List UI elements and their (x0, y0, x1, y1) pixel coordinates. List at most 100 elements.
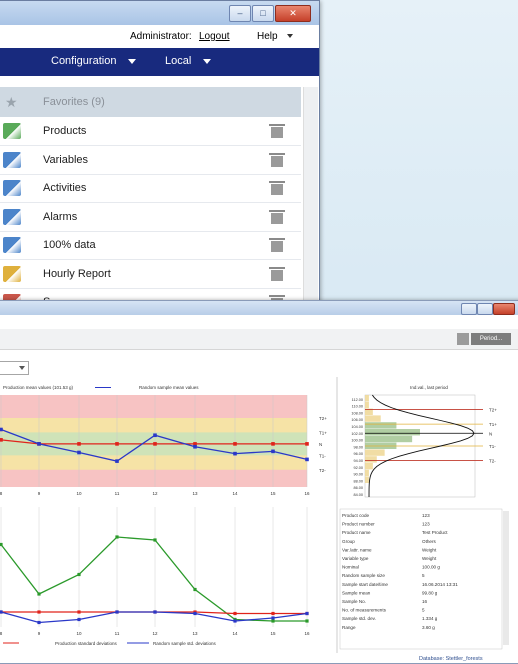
favorite-item[interactable]: Products (0, 117, 301, 146)
spc-chart-window: Period... Production mean values (101.53… (0, 300, 518, 664)
histogram-bar (365, 422, 397, 429)
period-button[interactable]: Period... (471, 333, 511, 345)
favorite-item[interactable]: Alarms (0, 203, 301, 232)
y-tick-label: 90.00 (353, 473, 363, 477)
spc-toolbar (0, 315, 518, 330)
info-key: Sample start date/time (342, 582, 388, 587)
info-key: Sample mean (342, 590, 371, 595)
data-point (193, 444, 197, 449)
y-tick-label: 102.00 (351, 432, 363, 436)
info-key: Sample No. (342, 599, 366, 604)
info-value: Weight (422, 547, 437, 552)
x-tick-label: 12 (152, 491, 158, 496)
histogram-bar (365, 429, 420, 436)
logout-link[interactable]: Logout (199, 31, 230, 42)
series-line (0, 536, 307, 622)
limit-label: T2+ (319, 416, 327, 421)
histogram-bar (365, 401, 369, 409)
legend-production-mean: Production mean values (101.53 g) (3, 385, 74, 390)
data-point (115, 459, 119, 463)
data-point (271, 449, 275, 454)
legend-production-std: Production standard deviations (55, 641, 118, 646)
nav-configuration[interactable]: Configuration (51, 55, 137, 67)
data-point (233, 611, 237, 616)
info-key: Range (342, 625, 356, 630)
variables-icon (3, 151, 21, 168)
top-menu: Administrator: Logout Help (0, 25, 319, 48)
y-tick-label: 112.00 (352, 398, 363, 402)
close-button[interactable] (493, 303, 515, 315)
favorite-item[interactable]: Variables (0, 146, 301, 175)
minimize-button[interactable]: – (229, 5, 251, 22)
data-point (305, 457, 309, 462)
favorite-item[interactable]: Activities (0, 174, 301, 203)
data-point (0, 438, 3, 442)
data-point (0, 542, 3, 547)
favorite-item[interactable]: 100% data (0, 231, 301, 260)
data-point (233, 451, 237, 456)
trash-icon[interactable] (269, 209, 285, 224)
favorites-window-titlebar: – □ ✕ (0, 1, 319, 25)
close-button[interactable]: ✕ (275, 5, 311, 22)
info-value: Weight (422, 556, 437, 561)
data-point (115, 610, 119, 614)
info-key: Product code (342, 513, 370, 518)
legend-sample-std: Random sample std. deviations (153, 641, 217, 646)
nav-local[interactable]: Local (165, 55, 212, 67)
info-key: Nominal (342, 565, 359, 570)
x-tick-label: 14 (232, 491, 238, 496)
info-value: 123 (422, 522, 430, 527)
limit-label: N (489, 431, 492, 436)
y-tick-label: 104.00 (351, 425, 363, 429)
data-point (37, 442, 41, 446)
info-value: 99.80 g (422, 590, 438, 595)
x-tick-label: 15 (270, 631, 276, 636)
trash-icon[interactable] (269, 181, 285, 195)
star-icon: ★ (5, 94, 18, 110)
trash-icon[interactable] (269, 152, 285, 167)
favorite-item-label: Variables (43, 153, 89, 166)
info-value: Test Product (422, 530, 448, 535)
limit-label: T2- (489, 459, 496, 464)
info-value: 16 (422, 599, 428, 604)
trash-icon[interactable] (269, 266, 285, 281)
limit-label: T1+ (489, 422, 497, 427)
charts-area: Production mean values (101.53 g) Random … (0, 377, 518, 653)
nav-configuration-label: Configuration (51, 55, 117, 67)
charts-svg: Production mean values (101.53 g) Random … (0, 377, 509, 653)
y-tick-label: 108.00 (351, 411, 363, 415)
trash-icon[interactable] (269, 124, 285, 138)
favorite-item-label: 100% data (43, 239, 96, 251)
trash-icon[interactable] (269, 238, 285, 252)
favorites-header[interactable]: ★ Favorites (9) (0, 87, 301, 117)
y-tick-label: 96.00 (353, 452, 363, 456)
y-tick-label: 98.00 (353, 445, 363, 449)
alarms-icon (3, 208, 21, 225)
options-button[interactable] (457, 333, 469, 345)
hourly-report-icon (3, 265, 21, 282)
favorite-item[interactable]: Hourly Report (0, 260, 301, 289)
legend-sample-mean: Random sample mean values (139, 385, 199, 390)
histogram-bar (365, 476, 369, 483)
data-icon (3, 237, 21, 253)
maximize-button[interactable] (477, 303, 493, 315)
data-point (271, 616, 275, 620)
x-tick-label: 8 (0, 631, 3, 636)
data-point (77, 617, 81, 622)
histogram-title: Ind.val., last period (410, 385, 448, 390)
data-point (77, 442, 81, 446)
info-key: Variable type (342, 556, 369, 561)
minimize-button[interactable] (461, 303, 477, 315)
maximize-button[interactable]: □ (252, 5, 274, 22)
info-key: Product name (342, 530, 371, 535)
x-tick-label: 16 (304, 631, 310, 636)
histogram-bar (365, 415, 381, 422)
favorites-scrollbar[interactable] (303, 87, 318, 301)
y-tick-label: 106.00 (351, 418, 363, 422)
help-menu[interactable]: Help (257, 31, 293, 42)
data-point (233, 442, 237, 446)
help-label: Help (257, 31, 278, 42)
sample-selector[interactable] (0, 361, 29, 375)
data-point (0, 610, 3, 614)
chevron-down-icon (128, 58, 137, 64)
